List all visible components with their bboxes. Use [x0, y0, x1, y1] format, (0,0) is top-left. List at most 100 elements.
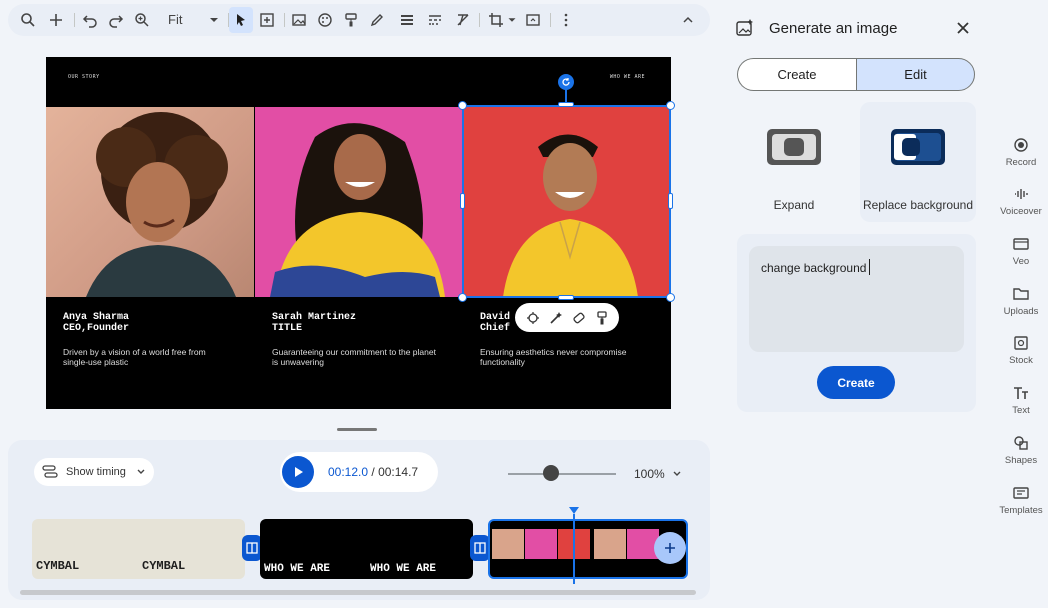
prompt-card: change background Create: [737, 234, 976, 412]
rail-label: Templates: [999, 505, 1043, 516]
more-vert-icon[interactable]: [554, 4, 578, 36]
resize-handle[interactable]: [458, 293, 467, 302]
option-replace-label: Replace background: [862, 198, 974, 212]
resize-handle[interactable]: [460, 193, 465, 209]
eraser-icon[interactable]: [571, 310, 587, 326]
add-icon[interactable]: [44, 4, 68, 36]
folder-icon: [1013, 288, 1029, 300]
zoom-icon[interactable]: [130, 4, 154, 36]
timeline-zoom-percent[interactable]: 100%: [634, 467, 665, 481]
magic-wand-icon[interactable]: [548, 310, 564, 326]
redo-icon[interactable]: [104, 4, 128, 36]
resize-handle[interactable]: [458, 101, 467, 110]
option-expand[interactable]: Expand: [737, 102, 851, 222]
rail-voiceover[interactable]: Voiceover: [994, 186, 1048, 217]
image-quick-actions: [515, 303, 619, 332]
rail-veo[interactable]: Veo: [994, 236, 1048, 267]
search-icon[interactable]: [16, 4, 40, 36]
rail-label: Uploads: [1003, 306, 1039, 317]
rail-label: Veo: [1012, 256, 1030, 267]
play-icon: [295, 467, 303, 477]
border-dash-icon[interactable]: [423, 4, 447, 36]
rail-templates[interactable]: Templates: [994, 485, 1048, 516]
rail-text[interactable]: Text: [994, 385, 1048, 416]
crop-dropdown-icon[interactable]: [505, 4, 519, 36]
tab-create[interactable]: Create: [737, 58, 856, 91]
rotate-handle-icon[interactable]: [558, 74, 574, 90]
add-icon: [665, 543, 675, 553]
panel-title: Generate an image: [769, 20, 898, 37]
resize-handle[interactable]: [558, 295, 574, 300]
paint-format-icon[interactable]: [339, 4, 363, 36]
generate-image-panel: Generate an image Create Edit Expand Rep…: [724, 4, 990, 602]
show-timing-button[interactable]: Show timing: [34, 458, 154, 486]
portrait-illustration: [86, 112, 236, 297]
paint-brush-icon[interactable]: [594, 310, 610, 326]
image-selection-frame: [462, 105, 671, 298]
prompt-input[interactable]: change background: [749, 246, 964, 352]
rail-label: Voiceover: [1000, 206, 1042, 217]
expand-icon: [767, 129, 821, 165]
chevron-down-icon[interactable]: [672, 469, 682, 479]
transition-icon: [474, 542, 486, 554]
playhead-line: [573, 514, 575, 584]
show-timing-label: Show timing: [66, 466, 126, 478]
photo-sarah[interactable]: [255, 107, 462, 297]
text-icon: [1014, 387, 1028, 399]
toolbar-divider: [284, 13, 285, 27]
chevron-down-icon[interactable]: [202, 4, 226, 36]
collapse-toolbar-icon[interactable]: [676, 4, 700, 36]
clear-format-icon[interactable]: [451, 4, 475, 36]
chevron-down-icon: [137, 469, 145, 474]
undo-icon[interactable]: [78, 4, 102, 36]
clip-thumb: [525, 529, 557, 559]
rail-record[interactable]: Record: [994, 137, 1048, 168]
replace-image-icon[interactable]: [521, 4, 545, 36]
rail-shapes[interactable]: Shapes: [994, 435, 1048, 466]
resize-handle[interactable]: [666, 293, 675, 302]
clip-text: CYMBAL: [142, 559, 186, 573]
tab-edit[interactable]: Edit: [856, 58, 975, 91]
veo-icon: [1013, 238, 1029, 250]
clip-text: WHO WE ARE: [264, 563, 331, 575]
person-desc-2: Guaranteeing our commitment to the plane…: [272, 347, 436, 367]
add-textbox-icon[interactable]: [255, 4, 279, 36]
portrait-illustration: [270, 123, 445, 297]
select-pointer-icon[interactable]: [229, 7, 253, 33]
timeline-clip-2[interactable]: WHO WE ARE WHO WE ARE: [260, 519, 473, 579]
timing-icon: [42, 465, 58, 478]
create-button[interactable]: Create: [817, 366, 895, 399]
timeline-clip-1[interactable]: CYMBAL CYMBAL: [32, 519, 245, 579]
templates-icon: [1013, 487, 1029, 499]
photo-anya[interactable]: [46, 107, 254, 297]
rail-stock[interactable]: Stock: [994, 335, 1048, 366]
clip-text: CYMBAL: [36, 559, 80, 573]
panel-resize-grip[interactable]: [337, 428, 377, 431]
option-replace-background[interactable]: Replace background: [860, 102, 976, 222]
total-time: 00:14.7: [378, 465, 419, 479]
timeline-zoom-knob[interactable]: [543, 465, 560, 481]
play-button[interactable]: [282, 456, 314, 488]
replace-background-icon: [891, 129, 945, 165]
close-icon[interactable]: [956, 21, 970, 35]
tab-edit-label: Edit: [904, 67, 927, 82]
timeline-zoom-slider[interactable]: [508, 473, 616, 475]
timeline-scrollbar[interactable]: [20, 590, 696, 595]
image-icon[interactable]: [287, 4, 311, 36]
resize-handle[interactable]: [666, 101, 675, 110]
pen-icon[interactable]: [365, 4, 389, 36]
toolbar-divider: [74, 13, 75, 27]
transition-button[interactable]: [242, 535, 262, 561]
resize-handle[interactable]: [668, 193, 673, 209]
time-readout: 00:12.0 / 00:14.7: [328, 465, 418, 479]
rail-uploads[interactable]: Uploads: [994, 286, 1048, 317]
rail-label: Text: [1012, 405, 1030, 416]
palette-icon[interactable]: [313, 4, 337, 36]
border-weight-icon[interactable]: [395, 4, 419, 36]
prompt-text: change background: [761, 261, 867, 275]
slide-header-right: WHO WE ARE: [609, 74, 645, 80]
add-scene-button[interactable]: [654, 532, 686, 564]
zoom-select[interactable]: Fit: [168, 12, 182, 27]
ai-effects-icon[interactable]: [525, 310, 541, 326]
transition-button[interactable]: [470, 535, 490, 561]
